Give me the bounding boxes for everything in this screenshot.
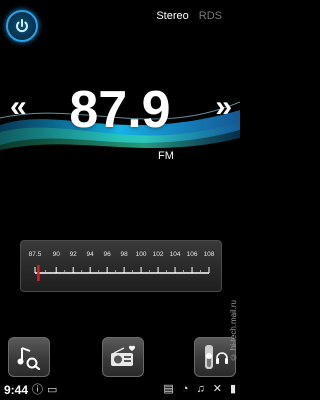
audio-mode-indicators: Stereo RDS bbox=[156, 10, 222, 22]
scale-label: 87.5 bbox=[29, 251, 42, 258]
volume-headphones-icon bbox=[205, 345, 228, 369]
fm-radio-app: Stereo RDS « 87.9 » FM 87.5 90 92 94 96 … bbox=[0, 0, 240, 400]
scale-label: 106 bbox=[187, 251, 198, 258]
power-button[interactable] bbox=[6, 10, 38, 42]
sim-icon: ▤ bbox=[163, 383, 174, 395]
battery-icon: ▮ bbox=[229, 383, 236, 395]
scale-label: 94 bbox=[87, 251, 95, 258]
playlist-icon bbox=[17, 347, 41, 370]
sync-icon: ◔ bbox=[181, 383, 189, 395]
tuning-scale-svg: 87.5 90 92 94 96 98 100 102 104 106 108 bbox=[29, 251, 215, 281]
scale-label: 92 bbox=[70, 251, 78, 258]
watermark: © hi-tech.mail.ru bbox=[229, 300, 238, 362]
clock: 9:44 bbox=[4, 383, 29, 397]
tuning-marker[interactable] bbox=[37, 265, 40, 281]
scale-label: 102 bbox=[153, 251, 164, 258]
scale-label: 100 bbox=[136, 251, 147, 258]
band-label: FM bbox=[158, 150, 174, 162]
info-icon: ⓘ bbox=[32, 384, 44, 396]
tuning-scale[interactable]: 87.5 90 92 94 96 98 100 102 104 106 108 bbox=[20, 240, 222, 292]
rds-indicator[interactable]: RDS bbox=[199, 10, 222, 22]
headphones-icon: ♫ bbox=[196, 383, 205, 395]
stereo-indicator[interactable]: Stereo bbox=[156, 10, 188, 22]
status-bar: 9:44 ⓘ ▭ ▤ ◔ ♫ ✕ ▮ bbox=[0, 380, 240, 400]
camera-icon: ▭ bbox=[47, 384, 58, 396]
radio-favorites-button[interactable] bbox=[102, 337, 144, 377]
scale-label: 98 bbox=[121, 251, 129, 258]
scale-label: 96 bbox=[104, 251, 112, 258]
frequency-row: « 87.9 » bbox=[0, 80, 240, 140]
scale-label: 104 bbox=[170, 251, 181, 258]
double-chevron-right-icon: » bbox=[215, 90, 232, 123]
playlist-button[interactable] bbox=[8, 337, 50, 377]
status-icons: ▤ ◔ ♫ ✕ ▮ bbox=[159, 383, 236, 395]
scale-label: 108 bbox=[204, 251, 215, 258]
radio-favorite-icon bbox=[111, 345, 136, 366]
seek-up-button[interactable]: » bbox=[215, 90, 232, 124]
frequency-display: 87.9 bbox=[69, 81, 171, 139]
scale-label: 90 bbox=[53, 251, 61, 258]
power-icon bbox=[16, 19, 28, 33]
no-signal-icon: ✕ bbox=[212, 383, 222, 395]
